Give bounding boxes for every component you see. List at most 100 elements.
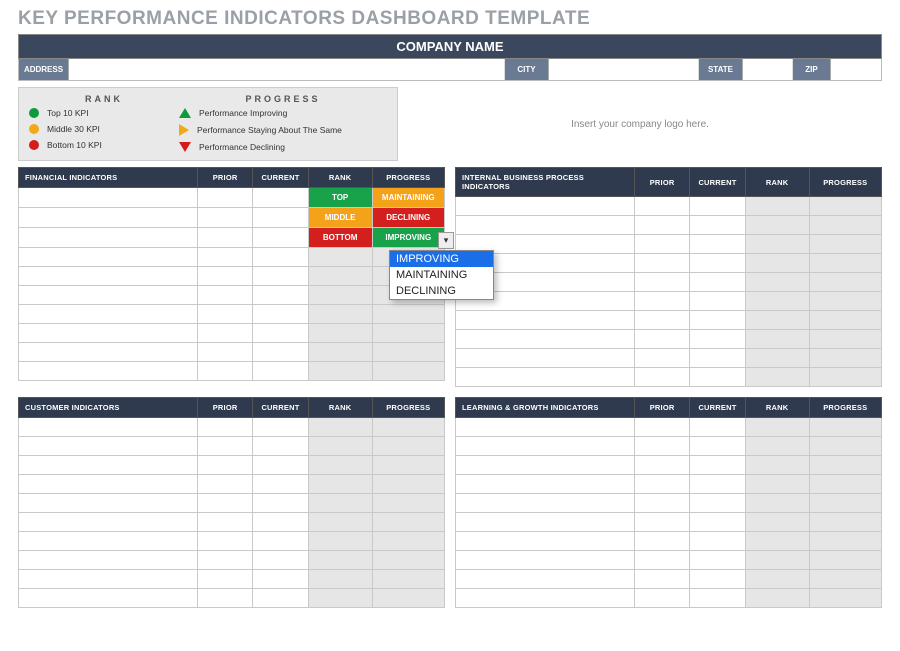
table-cell[interactable] (308, 286, 372, 305)
table-cell[interactable] (809, 349, 881, 368)
table-cell[interactable] (634, 254, 689, 273)
table-cell[interactable] (745, 456, 809, 475)
table-cell[interactable] (308, 456, 372, 475)
table-cell[interactable] (745, 570, 809, 589)
table-cell[interactable] (372, 513, 444, 532)
table-cell[interactable] (308, 305, 372, 324)
table-cell[interactable] (634, 292, 689, 311)
progress-dropdown[interactable]: IMPROVING MAINTAINING DECLINING (389, 250, 494, 300)
table-cell[interactable] (690, 570, 745, 589)
table-cell[interactable] (456, 494, 635, 513)
dropdown-arrow-icon[interactable]: ▾ (438, 232, 454, 249)
table-cell[interactable] (308, 437, 372, 456)
table-cell[interactable] (634, 311, 689, 330)
table-cell[interactable] (809, 330, 881, 349)
table-cell[interactable] (634, 273, 689, 292)
table-cell[interactable] (634, 349, 689, 368)
table-cell[interactable] (690, 254, 745, 273)
table-cell[interactable] (456, 437, 635, 456)
table-cell[interactable] (634, 235, 689, 254)
table-cell[interactable] (634, 570, 689, 589)
table-cell[interactable] (456, 475, 635, 494)
table-cell[interactable] (19, 228, 198, 248)
table-cell[interactable] (253, 305, 308, 324)
table-cell[interactable] (253, 286, 308, 305)
table-cell[interactable] (456, 570, 635, 589)
table-cell[interactable] (809, 475, 881, 494)
table-cell[interactable] (809, 494, 881, 513)
table-cell[interactable] (253, 494, 308, 513)
table-cell[interactable] (197, 589, 252, 608)
table-cell[interactable] (308, 513, 372, 532)
table-cell[interactable] (19, 362, 198, 381)
table-cell[interactable] (253, 188, 308, 208)
table-cell[interactable] (372, 324, 444, 343)
table-cell[interactable] (690, 532, 745, 551)
table-cell[interactable] (308, 494, 372, 513)
table-cell[interactable] (634, 475, 689, 494)
table-cell[interactable] (809, 418, 881, 437)
table-cell[interactable] (634, 330, 689, 349)
table-cell[interactable] (634, 368, 689, 387)
table-cell[interactable] (197, 513, 252, 532)
table-cell[interactable] (745, 330, 809, 349)
table-cell[interactable] (197, 437, 252, 456)
table-cell[interactable] (19, 343, 198, 362)
table-cell[interactable] (634, 551, 689, 570)
table-cell[interactable] (308, 248, 372, 267)
table-cell[interactable] (372, 362, 444, 381)
table-cell[interactable] (19, 513, 198, 532)
table-cell[interactable] (253, 248, 308, 267)
table-cell[interactable] (809, 589, 881, 608)
table-cell[interactable] (634, 513, 689, 532)
table-cell[interactable] (19, 208, 198, 228)
table-cell[interactable] (197, 362, 252, 381)
table-cell[interactable] (197, 208, 252, 228)
table-cell[interactable] (197, 228, 252, 248)
table-cell[interactable] (456, 589, 635, 608)
logo-placeholder[interactable]: Insert your company logo here. (398, 87, 882, 161)
table-cell[interactable] (308, 324, 372, 343)
zip-field[interactable] (831, 59, 881, 80)
dropdown-option-maintaining[interactable]: MAINTAINING (390, 267, 493, 283)
table-cell[interactable] (809, 532, 881, 551)
table-cell[interactable] (253, 228, 308, 248)
table-cell[interactable] (456, 349, 635, 368)
table-cell[interactable] (809, 513, 881, 532)
table-cell[interactable] (308, 418, 372, 437)
progress-cell[interactable]: IMPROVING (372, 228, 444, 248)
table-cell[interactable] (197, 343, 252, 362)
table-cell[interactable] (809, 235, 881, 254)
table-cell[interactable] (19, 286, 198, 305)
table-cell[interactable] (690, 311, 745, 330)
table-cell[interactable] (809, 216, 881, 235)
table-cell[interactable] (19, 589, 198, 608)
table-cell[interactable] (372, 589, 444, 608)
table-cell[interactable] (690, 513, 745, 532)
table-cell[interactable] (690, 456, 745, 475)
table-cell[interactable] (745, 235, 809, 254)
table-cell[interactable] (745, 589, 809, 608)
table-cell[interactable] (456, 418, 635, 437)
table-cell[interactable] (197, 286, 252, 305)
table-cell[interactable] (690, 235, 745, 254)
table-cell[interactable] (253, 324, 308, 343)
city-field[interactable] (549, 59, 699, 80)
table-cell[interactable] (745, 273, 809, 292)
table-cell[interactable] (690, 418, 745, 437)
table-cell[interactable] (690, 437, 745, 456)
table-cell[interactable] (456, 197, 635, 216)
table-cell[interactable] (745, 532, 809, 551)
table-cell[interactable] (197, 305, 252, 324)
table-cell[interactable] (253, 343, 308, 362)
table-cell[interactable] (809, 456, 881, 475)
table-cell[interactable] (809, 273, 881, 292)
table-cell[interactable] (456, 216, 635, 235)
table-cell[interactable] (745, 418, 809, 437)
table-cell[interactable] (253, 208, 308, 228)
table-cell[interactable] (456, 456, 635, 475)
table-cell[interactable] (372, 475, 444, 494)
table-cell[interactable] (253, 589, 308, 608)
table-cell[interactable] (809, 437, 881, 456)
table-cell[interactable] (809, 570, 881, 589)
